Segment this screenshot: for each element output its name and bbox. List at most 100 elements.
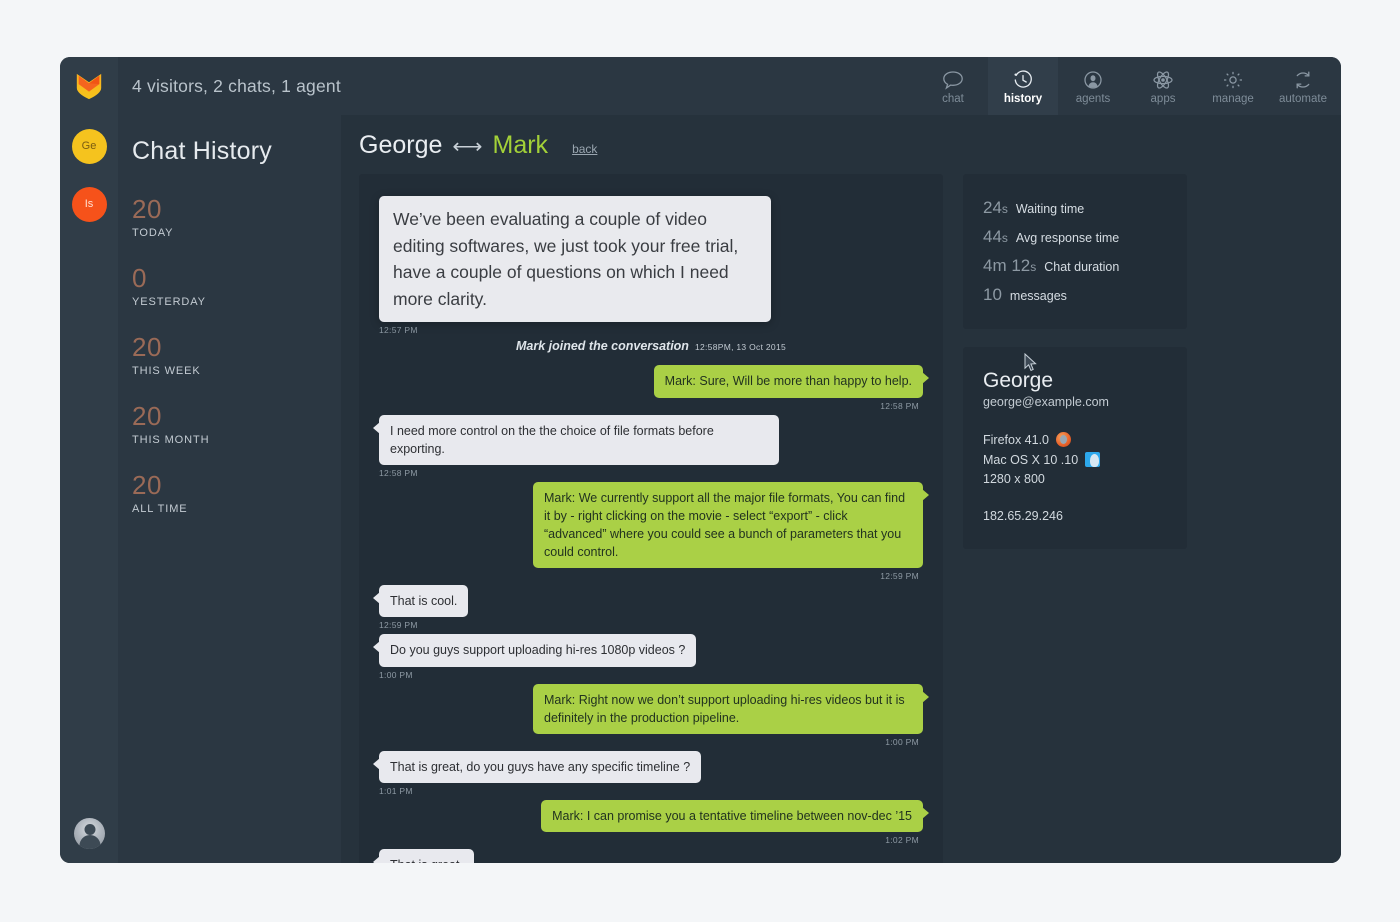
stat-avg-response-time: 44s Avg response time <box>983 227 1187 247</box>
history-sidebar: Chat History 20 TODAY 0 YESTERDAY 20 THI… <box>118 115 341 863</box>
person-circle-icon <box>1082 68 1104 90</box>
sidebar-stat-this-month[interactable]: 20 THIS MONTH <box>132 403 341 446</box>
refresh-icon <box>1292 68 1314 90</box>
visitor-browser-line: Firefox 41.0 <box>983 432 1187 447</box>
message-row: Mark: Sure, Will be more than happy to h… <box>379 365 930 411</box>
visitor-name: George <box>983 369 1054 392</box>
nav-label-manage: manage <box>1212 92 1254 105</box>
nav-item-apps[interactable]: apps <box>1128 57 1198 115</box>
visitor-info-card: George george@example.com Firefox 41.0 M… <box>963 347 1187 549</box>
nav-item-history[interactable]: history <box>988 57 1058 115</box>
stat-name: Waiting time <box>1015 202 1085 216</box>
nav-item-manage[interactable]: manage <box>1198 57 1268 115</box>
chat-transcript[interactable]: We’ve been evaluating a couple of video … <box>359 174 943 863</box>
message-bubble-visitor: I need more control on the the choice of… <box>373 414 779 465</box>
logo-cell[interactable] <box>60 57 118 115</box>
stat-label: THIS WEEK <box>132 365 201 377</box>
nav-label-history: history <box>1003 92 1043 105</box>
stat-value: 44s <box>983 227 1008 246</box>
message-row: That is cool. 12:59 PM <box>372 585 923 631</box>
message-row: Mark: We currently support all the major… <box>379 481 929 582</box>
stat-value: 24s <box>983 198 1008 217</box>
stat-value: 4m 12s <box>983 256 1037 275</box>
main-content: George ⟷ Mark back We’ve been evaluating… <box>341 115 1341 863</box>
main-nav: chat history agents apps manage automate <box>918 57 1341 115</box>
avatar-initials-is: Is <box>84 198 94 210</box>
avatar-torso-shape <box>79 835 100 849</box>
avatar-ge[interactable]: Ge <box>71 128 107 164</box>
message-timestamp: 12:59 PM <box>880 571 919 582</box>
stat-name: Avg response time <box>1015 231 1120 245</box>
message-row: I need more control on the the choice of… <box>373 414 923 478</box>
nav-item-automate[interactable]: automate <box>1268 57 1338 115</box>
stat-name: messages <box>1009 289 1067 303</box>
sidebar-stat-this-week[interactable]: 20 THIS WEEK <box>132 334 341 377</box>
double-arrow-icon: ⟷ <box>452 135 483 158</box>
message-bubble-visitor: Do you guys support uploading hi-res 108… <box>372 634 697 667</box>
message-timestamp: 1:01 PM <box>379 785 413 796</box>
system-event-text: Mark joined the conversation <box>515 339 689 354</box>
user-photo-avatar[interactable] <box>74 818 105 849</box>
sidebar-stat-all-time[interactable]: 20 ALL TIME <box>132 472 341 515</box>
message-row: We’ve been evaluating a couple of video … <box>379 196 923 335</box>
speech-bubble-icon <box>942 68 964 90</box>
page-title: Chat History <box>132 137 272 165</box>
stat-value: 20 <box>132 194 162 224</box>
visitor-os-label: Mac OS X 10 .10 <box>983 452 1079 467</box>
visitor-browser-label: Firefox 41.0 <box>983 432 1050 447</box>
visitor-resolution-label: 1280 x 800 <box>983 472 1045 486</box>
right-panel: 24s Waiting time 44s Avg response time 4… <box>963 174 1187 863</box>
sidebar-stat-today[interactable]: 20 TODAY <box>132 196 341 239</box>
message-timestamp: 12:58 PM <box>880 400 919 411</box>
nav-label-automate: automate <box>1279 92 1327 105</box>
system-event-joined: Mark joined the conversation 12:58PM, 13… <box>379 339 923 353</box>
message-row: That is great. 1:02 PM <box>373 849 923 863</box>
message-timestamp: 12:57 PM <box>379 325 418 336</box>
message-row: That is great, do you guys have any spec… <box>372 750 923 796</box>
chat-stats-card: 24s Waiting time 44s Avg response time 4… <box>963 174 1187 329</box>
atom-icon <box>1152 68 1174 90</box>
sidebar-stat-yesterday[interactable]: 0 YESTERDAY <box>132 265 341 308</box>
message-bubble-visitor: That is great. <box>373 849 474 863</box>
fox-logo-icon <box>76 73 102 100</box>
clock-icon <box>1012 68 1034 90</box>
stat-label: YESTERDAY <box>132 296 206 308</box>
visitor-resolution-line: 1280 x 800 <box>983 472 1187 486</box>
nav-label-apps: apps <box>1150 92 1176 105</box>
macos-icon <box>1085 452 1101 467</box>
top-bar-main: 4 visitors, 2 chats, 1 agent chat histor… <box>118 57 1341 115</box>
stat-value: 20 <box>132 401 162 431</box>
message-bubble-visitor: That is cool. <box>372 585 469 618</box>
stat-messages: 10 messages <box>983 285 1187 305</box>
stat-waiting-time: 24s Waiting time <box>983 198 1187 218</box>
message-timestamp: 12:59 PM <box>379 620 418 631</box>
stat-chat-duration: 4m 12s Chat duration <box>983 256 1187 276</box>
stat-value: 20 <box>132 470 162 500</box>
avatar-is[interactable]: Is <box>71 186 107 222</box>
message-bubble-agent: Mark: Right now we don’t support uploadi… <box>533 683 929 734</box>
message-row: Mark: Right now we don’t support uploadi… <box>379 683 929 747</box>
rail-slot-visitor-ge[interactable]: Ge <box>60 117 118 175</box>
message-bubble-visitor: We’ve been evaluating a couple of video … <box>379 196 771 323</box>
avatar-initials-ge: Ge <box>81 140 97 152</box>
rail-slot-visitor-is[interactable]: Is <box>60 175 118 233</box>
message-row: Do you guys support uploading hi-res 108… <box>372 634 923 680</box>
message-bubble-agent: Mark: Sure, Will be more than happy to h… <box>653 365 930 398</box>
system-event-time: 12:58PM, 13 Oct 2015 <box>694 342 787 353</box>
message-timestamp: 12:58 PM <box>379 467 418 478</box>
nav-item-chat[interactable]: chat <box>918 57 988 115</box>
visitor-summary: 4 visitors, 2 chats, 1 agent <box>132 75 341 96</box>
visitor-email: george@example.com <box>983 395 1109 409</box>
message-row: Mark: I can promise you a tentative time… <box>379 799 929 845</box>
nav-label-chat: chat <box>942 92 964 105</box>
avatar-head-shape <box>84 824 95 836</box>
stat-value: 0 <box>132 263 147 293</box>
stat-label: ALL TIME <box>132 503 188 515</box>
back-link[interactable]: back <box>572 142 597 156</box>
firefox-icon <box>1056 432 1072 447</box>
stat-value: 10 <box>983 285 1002 304</box>
nav-item-agents[interactable]: agents <box>1058 57 1128 115</box>
message-bubble-agent: Mark: I can promise you a tentative time… <box>541 799 929 832</box>
message-timestamp: 1:02 PM <box>885 835 919 845</box>
content-row: We’ve been evaluating a couple of video … <box>341 160 1341 863</box>
